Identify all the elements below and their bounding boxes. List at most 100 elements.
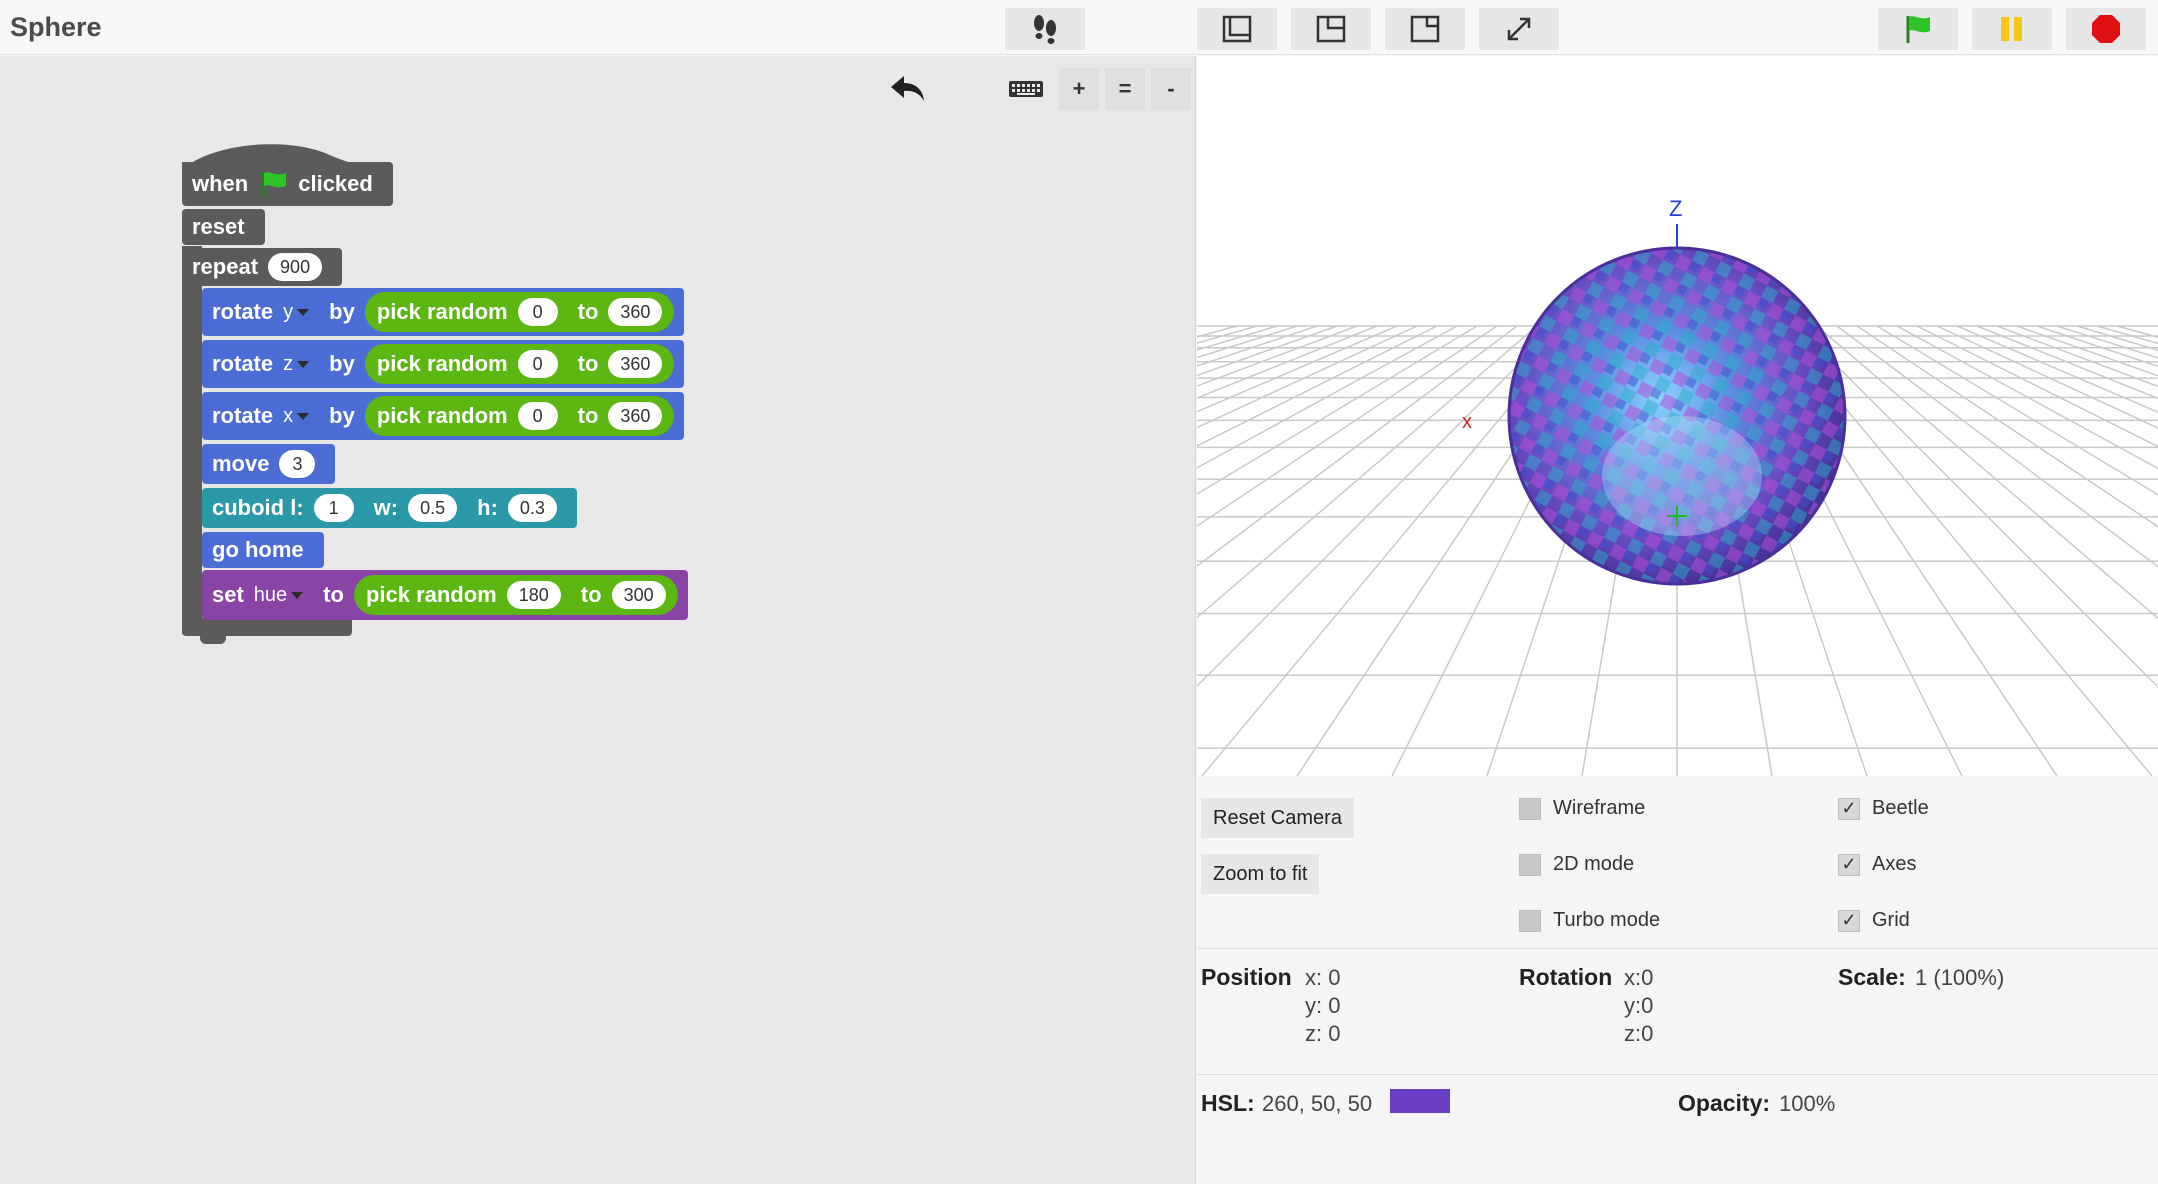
beetle-option[interactable]: ✓ Beetle: [1838, 797, 1929, 820]
grid-line: [1197, 325, 1518, 567]
keyboard-icon: [1009, 81, 1043, 97]
set-label: set: [212, 582, 244, 607]
zoom-out-button[interactable]: -: [1151, 68, 1191, 110]
pause-button[interactable]: [1972, 8, 2052, 50]
when-flag-clicked-block[interactable]: when clicked: [182, 162, 393, 206]
repeat-block[interactable]: repeat 900: [182, 248, 343, 286]
grid-line: [1796, 325, 2158, 689]
position-y: y: 0: [1305, 993, 1341, 1018]
axes-option[interactable]: ✓ Axes: [1838, 853, 1916, 876]
rotate-y-block[interactable]: rotate y by pick random 0 to 360: [202, 288, 685, 336]
fullscreen-icon: [1507, 17, 1531, 41]
turbo-mode-option[interactable]: Turbo mode: [1519, 909, 1660, 932]
pick-random-block[interactable]: pick random 0 to 360: [364, 344, 675, 384]
turbo-mode-checkbox[interactable]: [1519, 909, 1541, 932]
sphere-object[interactable]: [1507, 246, 1847, 586]
cuboid-height-label: h:: [477, 495, 498, 520]
scale-value: 1 (100%): [1915, 965, 2005, 990]
pick-random-block[interactable]: pick random 0 to 360: [364, 396, 675, 436]
dropdown-caret-icon: [291, 591, 304, 599]
axis-value: x: [283, 404, 294, 427]
axis-dropdown-y[interactable]: y: [283, 301, 310, 324]
axis-dropdown-x[interactable]: x: [283, 404, 310, 428]
param-value: hue: [253, 583, 288, 606]
mode-2d-option[interactable]: 2D mode: [1519, 853, 1634, 876]
random-to-input[interactable]: 360: [608, 350, 663, 378]
footsteps-button[interactable]: [1005, 8, 1085, 50]
grid-line: [1197, 325, 1538, 619]
scale-label: Scale:: [1838, 964, 1906, 990]
rotation-y: y:0: [1624, 993, 1654, 1018]
stage-viewport[interactable]: Z x: [1197, 56, 2158, 776]
param-dropdown[interactable]: hue: [253, 583, 304, 607]
cuboid-block[interactable]: cuboid l: 1 w: 0.5 h: 0.3: [202, 488, 577, 528]
go-home-block[interactable]: go home: [202, 532, 324, 568]
grid-line: [1197, 325, 1298, 359]
by-label: by: [329, 351, 355, 376]
divider: [1197, 1074, 2158, 1075]
random-to-input[interactable]: 360: [608, 402, 663, 430]
grid-line: [2096, 325, 2158, 345]
zoom-to-fit-button[interactable]: Zoom to fit: [1201, 854, 1320, 894]
cuboid-width-input[interactable]: 0.5: [408, 494, 458, 522]
dropdown-caret-icon: [297, 308, 310, 316]
to-label: to: [577, 403, 599, 428]
repeat-count-input[interactable]: 900: [268, 253, 323, 281]
move-steps-input[interactable]: 3: [279, 450, 316, 478]
grid-checkbox[interactable]: ✓: [1838, 909, 1860, 932]
mode-2d-checkbox[interactable]: [1519, 853, 1541, 876]
rotate-z-block[interactable]: rotate z by pick random 0 to 360: [202, 340, 685, 388]
to-label: to: [580, 582, 602, 607]
rotate-x-block[interactable]: rotate x by pick random 0 to 360: [202, 392, 685, 440]
cuboid-length-input[interactable]: 1: [313, 494, 354, 522]
stage-canvas: Z x: [1197, 196, 2158, 776]
move-block[interactable]: move 3: [202, 444, 336, 484]
beetle-checkbox[interactable]: ✓: [1838, 797, 1860, 820]
layout-left-icon: [1222, 15, 1252, 43]
set-hue-block[interactable]: set hue to pick random 180 to 300: [202, 570, 688, 620]
rotate-label: rotate: [212, 351, 274, 376]
grid-option[interactable]: ✓ Grid: [1838, 909, 1910, 932]
random-from-input[interactable]: 0: [517, 350, 558, 378]
grid-line: [1197, 325, 1558, 688]
zoom-reset-button[interactable]: =: [1105, 68, 1145, 110]
pick-random-block[interactable]: pick random 0 to 360: [364, 292, 675, 332]
layout-left-button[interactable]: [1197, 8, 1277, 50]
wireframe-option[interactable]: Wireframe: [1519, 797, 1645, 820]
stop-button[interactable]: [2066, 8, 2146, 50]
axes-label: Axes: [1872, 853, 1917, 875]
wireframe-checkbox[interactable]: [1519, 797, 1541, 820]
run-button[interactable]: [1878, 8, 1958, 50]
to-label: to: [577, 351, 599, 376]
script-area[interactable]: + = - when clicked reset repeat 900 rota…: [0, 56, 1196, 1184]
reset-label: reset: [192, 214, 245, 239]
dropdown-caret-icon: [297, 360, 310, 368]
layout-right-button[interactable]: [1385, 8, 1465, 50]
app-title: Sphere: [10, 12, 102, 42]
grid-line: [1197, 325, 1318, 367]
random-from-input[interactable]: 0: [517, 298, 558, 326]
repeat-block-notch: [200, 634, 226, 644]
pick-random-block[interactable]: pick random 180 to 300: [353, 575, 678, 615]
undo-button[interactable]: [888, 70, 928, 111]
grid-line: [1197, 325, 1258, 344]
axis-dropdown-z[interactable]: z: [283, 352, 310, 376]
reset-camera-button[interactable]: Reset Camera: [1201, 798, 1354, 838]
grid-line: [1197, 325, 1438, 447]
random-to-input[interactable]: 300: [611, 581, 666, 609]
cuboid-height-input[interactable]: 0.3: [507, 494, 557, 522]
grid-line: [1836, 325, 2158, 568]
repeat-label: repeat: [192, 254, 259, 279]
random-from-input[interactable]: 180: [506, 581, 561, 609]
layout-center-button[interactable]: [1291, 8, 1371, 50]
rotation-x: x:0: [1624, 965, 1654, 990]
z-axis-label: Z: [1669, 196, 1682, 221]
zoom-in-button[interactable]: +: [1059, 68, 1099, 110]
axis-value: z: [283, 352, 294, 375]
axes-checkbox[interactable]: ✓: [1838, 853, 1860, 876]
random-from-input[interactable]: 0: [517, 402, 558, 430]
reset-block[interactable]: reset: [182, 209, 265, 245]
random-to-input[interactable]: 360: [608, 298, 663, 326]
keyboard-button[interactable]: [1006, 68, 1046, 110]
fullscreen-button[interactable]: [1479, 8, 1559, 50]
